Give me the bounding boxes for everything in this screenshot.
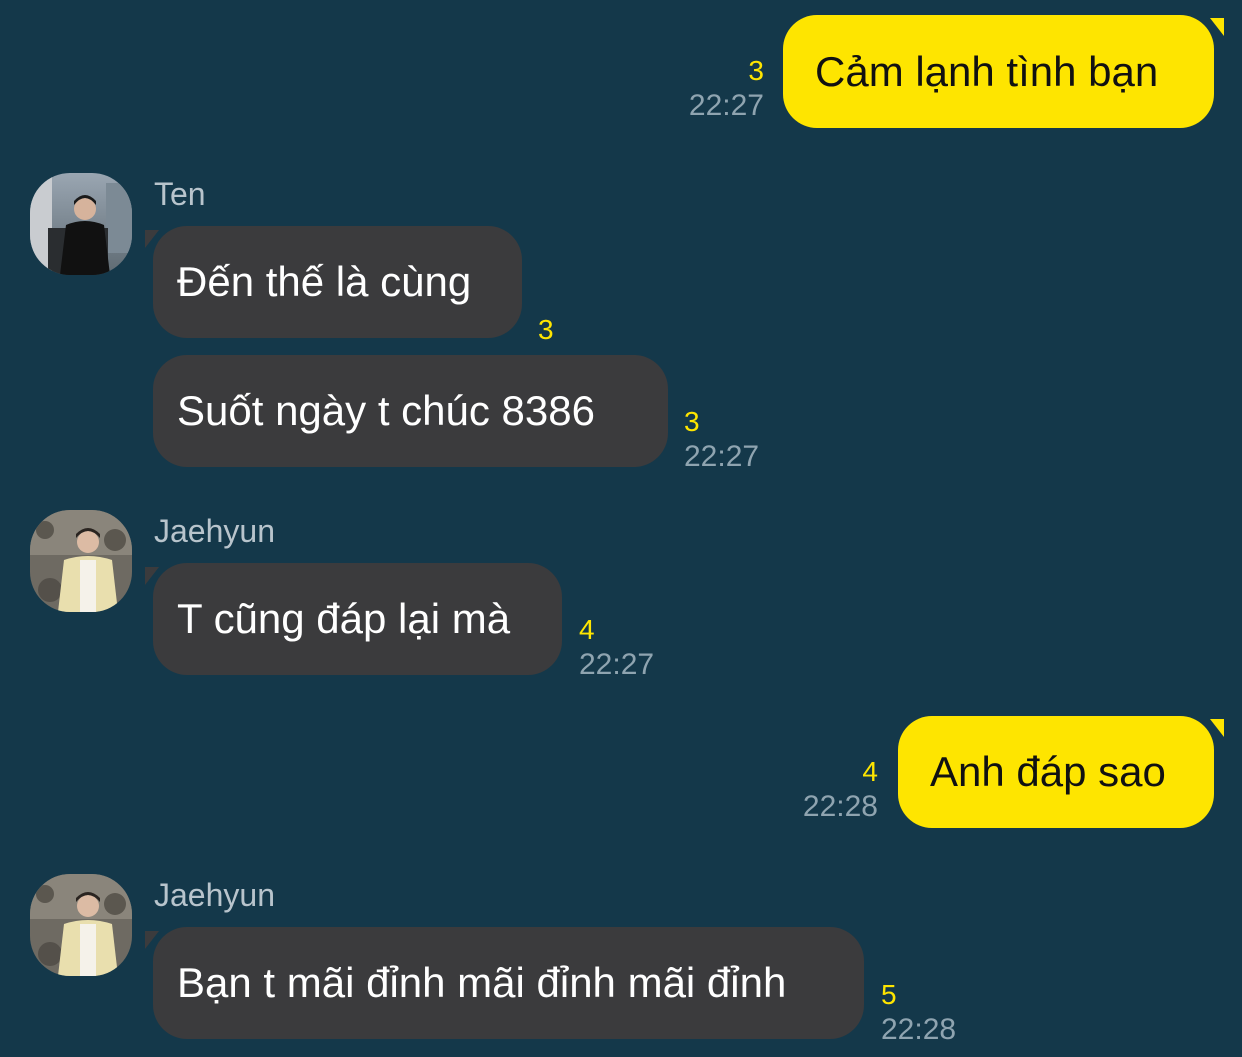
- my-message-bubble[interactable]: Cảm lạnh tình bạn: [783, 15, 1214, 128]
- unread-count: 3: [538, 314, 554, 345]
- their-message-bubble[interactable]: T cũng đáp lại mà: [153, 563, 562, 675]
- bubble-tail: [1210, 18, 1224, 36]
- unread-count: 3: [748, 55, 764, 86]
- their-message-bubble[interactable]: Bạn t mãi đỉnh mãi đỉnh mãi đỉnh: [153, 927, 864, 1039]
- bubble-tail: [145, 567, 159, 585]
- avatar-jaehyun[interactable]: [30, 874, 132, 976]
- message-time: 22:27: [579, 648, 655, 681]
- message-time: 22:28: [881, 1013, 957, 1046]
- message-time: 22:28: [802, 790, 878, 823]
- sender-name: Ten: [154, 176, 206, 212]
- chat-room: Cảm lạnh tình bạn 3 22:27 Ten Đến thế là…: [0, 0, 1242, 1057]
- unread-count: 4: [862, 756, 878, 787]
- message-text: Cảm lạnh tình bạn: [815, 47, 1159, 95]
- message-text: Suốt ngày t chúc 8386: [177, 387, 595, 434]
- message-text: Anh đáp sao: [930, 748, 1166, 795]
- message-time: 22:27: [688, 89, 764, 122]
- message-meta: 3 22:27: [684, 408, 759, 472]
- sender-name: Jaehyun: [154, 877, 275, 913]
- message-meta: 5 22:28: [881, 981, 956, 1045]
- avatar-jaehyun[interactable]: [30, 510, 132, 612]
- my-message-bubble[interactable]: Anh đáp sao: [898, 716, 1214, 828]
- message-meta: 3: [538, 316, 554, 350]
- message-text: Bạn t mãi đỉnh mãi đỉnh mãi đỉnh: [177, 959, 787, 1006]
- bubble-tail: [145, 230, 159, 248]
- message-time: 22:27: [684, 440, 760, 473]
- avatar-photo-icon: [30, 173, 132, 275]
- their-message-bubble[interactable]: Đến thế là cùng: [153, 226, 522, 338]
- message-text: Đến thế là cùng: [177, 258, 472, 305]
- message-meta: 3 22:27: [689, 57, 764, 121]
- sender-name: Jaehyun: [154, 513, 275, 549]
- avatar-photo-icon: [30, 510, 132, 612]
- bubble-tail: [145, 931, 159, 949]
- their-message-bubble[interactable]: Suốt ngày t chúc 8386: [153, 355, 668, 467]
- avatar-ten[interactable]: [30, 173, 132, 275]
- unread-count: 5: [881, 979, 897, 1010]
- bubble-tail: [1210, 719, 1224, 737]
- avatar-photo-icon: [30, 874, 132, 976]
- unread-count: 3: [684, 406, 700, 437]
- message-meta: 4 22:28: [803, 758, 878, 822]
- unread-count: 4: [579, 614, 595, 645]
- message-text: T cũng đáp lại mà: [177, 595, 511, 642]
- message-meta: 4 22:27: [579, 616, 654, 680]
